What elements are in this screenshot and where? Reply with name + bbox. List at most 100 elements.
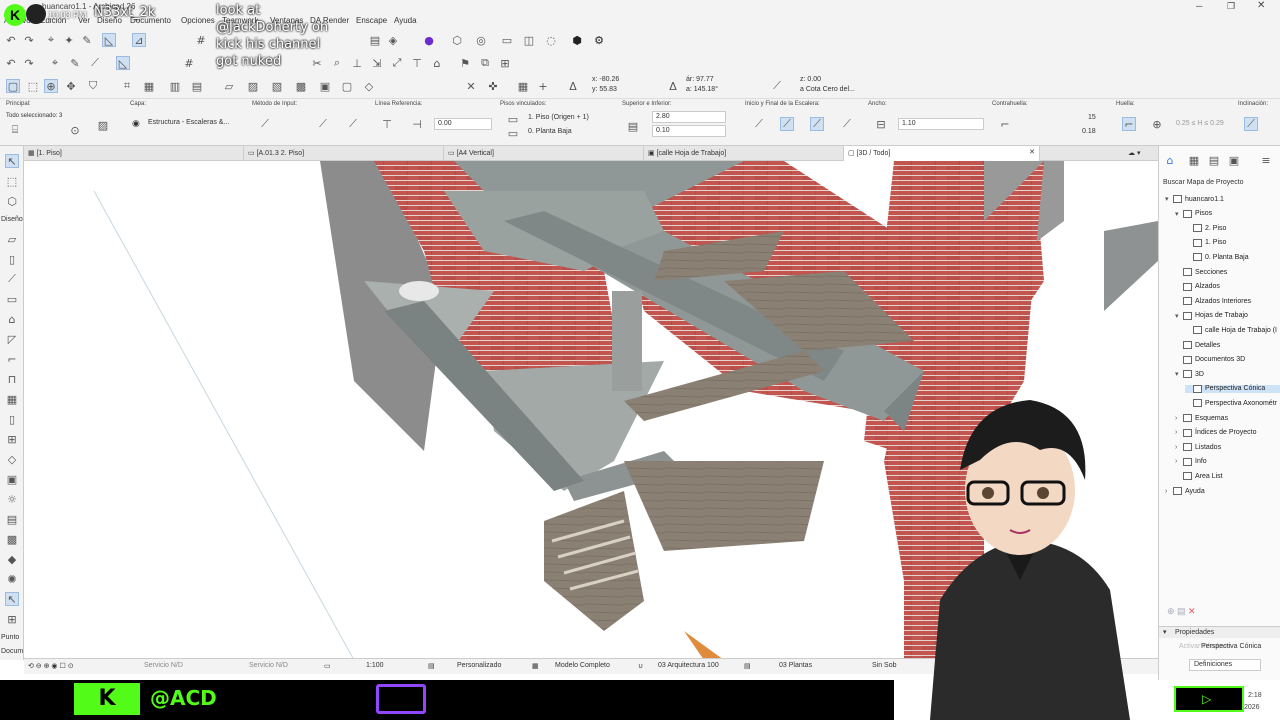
menu-enscape[interactable]: Enscape (356, 16, 387, 25)
width-field[interactable]: 1.10 (898, 118, 984, 130)
magic-wand-icon[interactable]: ✦ (62, 33, 76, 47)
riser-icon[interactable]: ⌐ (998, 117, 1012, 131)
bottom-offset-field[interactable]: 0.10 (652, 125, 726, 137)
expand-arrow-icon[interactable]: ▾ (1175, 210, 1183, 218)
tab-calle-hoja[interactable]: ▣ [calle Hoja de Trabajo] (644, 146, 844, 161)
input-method-3-icon[interactable]: ⟋ (346, 117, 360, 131)
navigator-item[interactable]: › Listados (1175, 443, 1280, 452)
z-angle-icon[interactable]: ⟋ (770, 79, 784, 93)
window-tool-icon[interactable]: ⊞ (5, 432, 19, 446)
minimize-icon[interactable]: ─ (1196, 1, 1202, 11)
delta-icon[interactable]: Δ (566, 79, 580, 93)
guide-line-icon[interactable]: ◺ (102, 33, 116, 47)
tread-icon[interactable]: ⌐ (1122, 117, 1136, 131)
object-tool-icon[interactable]: ▣ (5, 472, 19, 486)
zone-tool-icon[interactable]: ▤ (5, 512, 19, 526)
photo-icon[interactable]: ◫ (522, 33, 536, 47)
selection-icon[interactable]: ⌖ (48, 56, 62, 70)
tab-a4-vertical[interactable]: ▭ [A4 Vertical] (444, 146, 644, 161)
expand-arrow-icon[interactable]: ▾ (1175, 312, 1183, 320)
project-map-icon[interactable]: ⌂ (1163, 153, 1177, 167)
bottom-story-value[interactable]: 0. Planta Baja (528, 128, 572, 135)
slab-tool-icon[interactable]: ▭ (5, 292, 19, 306)
redo-icon[interactable]: ↷ (22, 33, 36, 47)
expand-arrow-icon[interactable]: › (1165, 488, 1173, 495)
tab-overflow-icon[interactable]: ☁ ▾ (1124, 146, 1160, 161)
navigator-item[interactable]: 0. Planta Baja (1185, 253, 1280, 262)
stairs-icon[interactable]: ▨ (246, 79, 260, 93)
sun-icon[interactable]: ✺ (5, 572, 19, 586)
plus-icon[interactable]: + (536, 79, 550, 93)
orbit-icon[interactable]: ⊕ (44, 79, 58, 93)
close-tab-icon[interactable]: ✕ (1029, 148, 1035, 156)
flag-icon[interactable]: ⚑ (458, 56, 472, 70)
align-icon[interactable]: ⊥ (350, 56, 364, 70)
layout-book-icon[interactable]: ▤ (1207, 153, 1221, 167)
pointer-icon[interactable]: ↖ (5, 592, 19, 606)
morph-tool-icon[interactable]: ◆ (5, 552, 19, 566)
delta-r-icon[interactable]: Δ (666, 79, 680, 93)
undo-small-icon[interactable]: ↶ (4, 56, 18, 70)
wall-icon[interactable]: ▥ (168, 79, 182, 93)
expand-arrow-icon[interactable]: › (1175, 429, 1183, 436)
view-icon[interactable]: ◈ (386, 33, 400, 47)
beam-tool-icon[interactable]: ⟋ (5, 272, 19, 286)
riser-height[interactable]: 0.18 (1082, 128, 1096, 135)
navigator-search[interactable]: Buscar Mapa de Proyecto (1163, 179, 1244, 186)
menu-ayuda[interactable]: Ayuda (394, 16, 417, 25)
close-x-icon[interactable]: ✕ (464, 79, 478, 93)
offset-ref-icon[interactable]: ⊣ (410, 117, 424, 131)
door-tool-icon[interactable]: ▯ (5, 412, 19, 426)
sphere-icon[interactable]: ◎ (474, 33, 488, 47)
navigator-item[interactable]: Alzados (1175, 282, 1280, 291)
split-icon[interactable]: ⊤ (410, 56, 424, 70)
navigator-item[interactable]: ▾ 3D (1175, 370, 1280, 379)
offset-icon[interactable]: ⇲ (370, 56, 384, 70)
railing-icon[interactable]: ▧ (270, 79, 284, 93)
tread-rule-icon[interactable]: ⊕ (1150, 117, 1164, 131)
roof-icon[interactable]: ▱ (222, 79, 236, 93)
link-icon[interactable]: ⊞ (498, 56, 512, 70)
railing-tool-icon[interactable]: ⊓ (5, 372, 19, 386)
reference-line-icon[interactable]: ⊤ (380, 117, 394, 131)
expand-arrow-icon[interactable]: ▾ (1175, 370, 1183, 378)
input-method-icon[interactable]: ⟋ (258, 117, 272, 131)
morph-icon[interactable]: ◇ (362, 79, 376, 93)
pen-set-select[interactable]: 03 Arquitectura 100 (658, 662, 719, 669)
grid-icon[interactable]: # (194, 33, 208, 47)
eyedropper-icon[interactable]: ✎ (68, 56, 82, 70)
settings-icon[interactable]: ⚙ (592, 33, 606, 47)
roof-tool-icon[interactable]: ⌂ (5, 312, 19, 326)
definiciones-button[interactable]: Definiciones (1189, 659, 1261, 671)
layers-icon[interactable]: ▤ (368, 33, 382, 47)
3d-view-icon[interactable]: ⬢ (570, 33, 584, 47)
snap-icon[interactable]: ⊿ (132, 33, 146, 47)
navigator-item[interactable]: Alzados Interiores (1175, 297, 1280, 306)
search-icon[interactable]: ⌕ (330, 56, 344, 70)
style-icon[interactable]: ⌗ (120, 79, 134, 93)
navigator-item[interactable]: ▾ Pisos (1175, 209, 1280, 218)
override-select[interactable]: Sin Sob (872, 662, 897, 669)
maximize-icon[interactable]: ❐ (1227, 1, 1235, 12)
arrow-icon[interactable]: ↖ (5, 154, 19, 168)
tab-1-piso[interactable]: ▦ [1. Piso] (24, 146, 244, 161)
close-icon[interactable]: ✕ (1257, 0, 1265, 11)
mesh-icon[interactable]: ▩ (294, 79, 308, 93)
stair-settings-icon[interactable]: ⌸ (8, 123, 22, 137)
tab-a01-2-piso[interactable]: ▭ [A.01.3 2. Piso] (244, 146, 444, 161)
bottom-story-icon[interactable]: ▭ (506, 126, 520, 140)
stretch-icon[interactable]: ⤢ (390, 56, 404, 70)
curtain-wall-icon[interactable]: ▦ (5, 392, 19, 406)
stair-both-icon[interactable]: ⟋ (810, 117, 824, 131)
expand-arrow-icon[interactable]: ▾ (1165, 195, 1173, 203)
redo-small-icon[interactable]: ↷ (22, 56, 36, 70)
navigator-item[interactable]: › Esquemas (1175, 414, 1280, 422)
pick-up-icon[interactable]: ⌖ (44, 33, 58, 47)
marquee-icon[interactable]: ⬚ (5, 174, 19, 188)
top-offset-field[interactable]: 2.80 (652, 111, 726, 123)
navigator-item[interactable]: 1. Piso (1185, 238, 1280, 247)
height-icon[interactable]: ▤ (626, 119, 640, 133)
copy-icon[interactable]: ⧉ (478, 56, 492, 70)
top-story-icon[interactable]: ▭ (506, 112, 520, 126)
expand-arrow-icon[interactable]: › (1175, 415, 1183, 422)
